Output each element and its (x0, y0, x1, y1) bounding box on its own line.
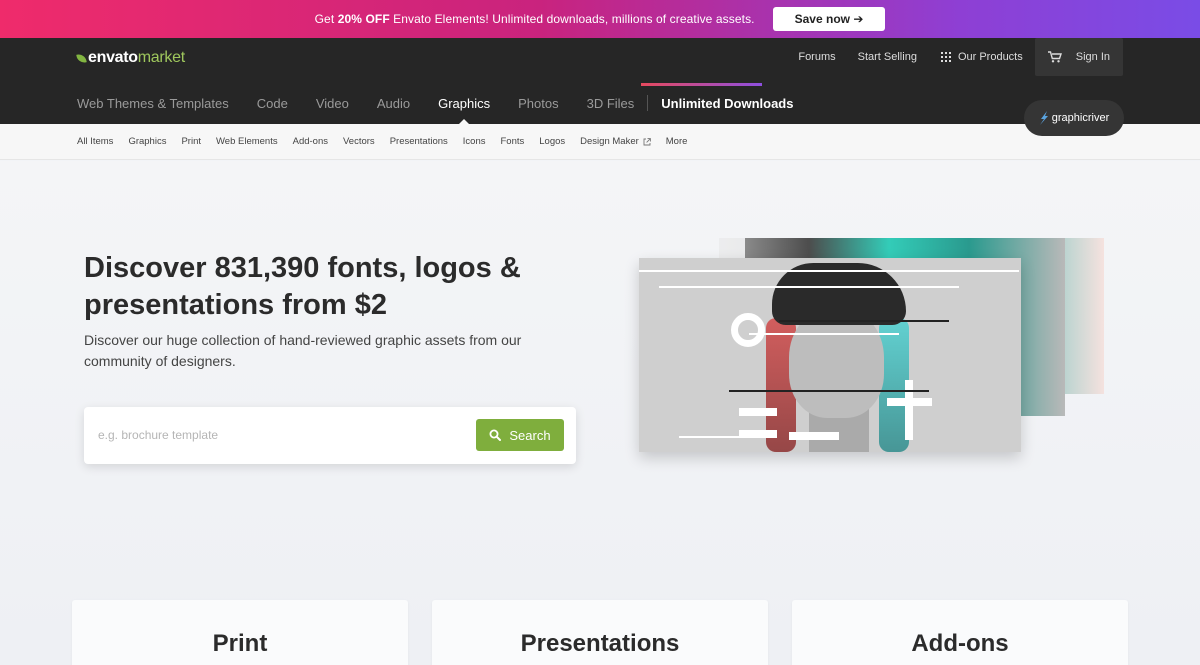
glitch-line (659, 286, 959, 288)
logo-envato-text: envato (88, 49, 138, 66)
card-presentations-title: Presentations (520, 630, 680, 657)
image-tiny-button (789, 432, 839, 440)
category-nav: Web Themes & Templates Code Video Audio … (77, 95, 793, 124)
unlimited-underline (641, 83, 762, 86)
glitch-line (729, 390, 929, 392)
graphicriver-badge[interactable]: graphicriver (1024, 100, 1124, 136)
subnav-presentations[interactable]: Presentations (390, 136, 448, 147)
subnav-design-maker[interactable]: Design Maker (580, 136, 651, 147)
forums-link[interactable]: Forums (798, 51, 835, 63)
save-now-button[interactable]: Save now ➔ (772, 7, 886, 31)
search-button-label: Search (509, 427, 551, 443)
grid-icon (940, 52, 951, 62)
category-code[interactable]: Code (257, 96, 288, 111)
nav-divider (647, 95, 649, 111)
category-photos[interactable]: Photos (518, 96, 558, 111)
card-add-ons[interactable]: Add-ons (792, 600, 1128, 665)
design-maker-label: Design Maker (580, 136, 639, 147)
graphicriver-icon (1039, 111, 1048, 125)
cart-icon[interactable] (1047, 51, 1062, 63)
category-graphics[interactable]: Graphics (438, 96, 490, 124)
graphicriver-label: graphicriver (1051, 112, 1110, 124)
unlimited-downloads-link[interactable]: Unlimited Downloads (661, 96, 793, 111)
logo-market-text: market (137, 49, 185, 66)
card-add-ons-title: Add-ons (911, 630, 1009, 657)
glitch-line (639, 270, 1019, 272)
site-header: envato market Forums Start Selling Our P… (0, 38, 1200, 124)
card-print[interactable]: Print (72, 600, 408, 665)
image-hat (772, 263, 906, 325)
image-letter-t-stem (905, 380, 913, 440)
hero-section: Discover 831,390 fonts, logos & presenta… (0, 161, 1200, 665)
category-audio[interactable]: Audio (377, 96, 410, 111)
envato-market-logo[interactable]: envato market (76, 49, 185, 67)
search-input[interactable] (98, 425, 458, 445)
card-presentations[interactable]: Presentations (432, 600, 768, 665)
glitch-line (749, 333, 899, 335)
category-web-themes[interactable]: Web Themes & Templates (77, 96, 229, 111)
card-print-title: Print (212, 630, 268, 657)
our-products-menu[interactable]: Our Products (940, 51, 1023, 63)
top-nav: Forums Start Selling Our Products Sign I… (776, 38, 1123, 76)
image-letter-t-bar (887, 398, 932, 406)
subnav-add-ons[interactable]: Add-ons (293, 136, 328, 147)
subnav-vectors[interactable]: Vectors (343, 136, 375, 147)
glitch-line (779, 320, 949, 322)
search-icon (489, 429, 502, 441)
subnav-web-elements[interactable]: Web Elements (216, 136, 278, 147)
subnav-all-items[interactable]: All Items (77, 136, 113, 147)
category-video[interactable]: Video (316, 96, 349, 111)
hero-subtitle: Discover our huge collection of hand-rev… (84, 332, 522, 369)
external-link-icon (643, 137, 651, 145)
category-3d-files[interactable]: 3D Files (587, 96, 635, 111)
promo-banner: Get 20% OFF Envato Elements! Unlimited d… (0, 0, 1200, 38)
image-letter-e-top (739, 408, 777, 416)
search-button[interactable]: Search (476, 419, 564, 451)
sign-in-label: Sign In (1075, 51, 1110, 63)
our-products-label: Our Products (957, 51, 1023, 63)
subnav-graphics[interactable]: Graphics (128, 136, 166, 147)
start-selling-link[interactable]: Start Selling (858, 51, 917, 63)
hero-featured-image (639, 258, 1021, 452)
leaf-icon (76, 52, 87, 64)
subnav-icons[interactable]: Icons (463, 136, 486, 147)
search-box: Search (84, 407, 576, 464)
promo-discount: 20% OFF (337, 12, 390, 26)
glitch-line (679, 436, 739, 438)
subnav-more[interactable]: More (666, 136, 688, 147)
promo-text-suffix: Envato Elements! Unlimited downloads, mi… (389, 12, 755, 26)
hero-title: Discover 831,390 fonts, logos & presenta… (84, 252, 521, 321)
subnav-print[interactable]: Print (181, 136, 201, 147)
subnav-fonts[interactable]: Fonts (501, 136, 525, 147)
sub-nav: All Items Graphics Print Web Elements Ad… (0, 124, 1200, 160)
image-letter-e-bottom (739, 430, 777, 438)
promo-text-prefix: Get (314, 12, 338, 26)
sign-in-button[interactable]: Sign In (1034, 38, 1123, 76)
image-letter-o (731, 313, 765, 347)
subnav-logos[interactable]: Logos (539, 136, 565, 147)
promo-text: Get 20% OFF Envato Elements! Unlimited d… (315, 12, 755, 26)
